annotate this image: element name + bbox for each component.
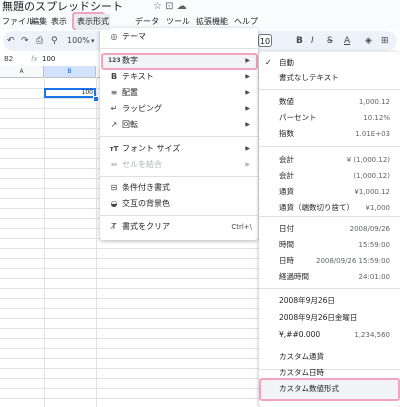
number-format-custom-currency[interactable]: カスタム通貨 [259,349,400,365]
format-menu-clear-formatting[interactable]: T̸ 書式をクリア Ctrl+\ [100,219,258,235]
document-title[interactable]: 無題のスプレッドシート [2,0,123,14]
palette-icon: ◎ [110,32,118,41]
font-size-icon: тT [109,145,119,153]
number-format-currency[interactable]: 通貨 ¥1,000.12 [259,184,400,200]
chevron-right-icon: ▶ [245,89,250,96]
fx-icon: fx [31,55,38,63]
zoom-chevron-down-icon[interactable]: ▾ [91,31,95,51]
number-format-custom-pattern[interactable]: ¥,##0.000 1,234,560 [259,327,400,343]
menu-edit[interactable]: 編集 [31,14,47,30]
format-menu-conditional-formatting[interactable]: ⊟ 条件付き書式 [100,180,258,196]
borders-icon[interactable]: ⊞ [381,31,389,51]
chevron-right-icon: ▶ [245,161,250,168]
rotate-icon: ↗ [110,120,118,129]
format-menu-alignment[interactable]: ≡ 配置 ▶ [100,85,258,101]
bold-icon[interactable]: B [296,31,303,51]
fill-handle[interactable] [93,96,99,102]
paint-roller-icon: ⊟ [110,183,118,192]
wrap-icon: ↵ [110,104,118,113]
zoom-select[interactable]: 100% [67,31,90,51]
number-format-time[interactable]: 時間 15:59:00 [259,237,400,253]
menu-divider [259,216,400,217]
chevron-right-icon: ▶ [245,121,250,128]
clear-format-shortcut: Ctrl+\ [231,223,252,231]
fill-color-icon[interactable]: ◈ [365,31,372,51]
italic-icon[interactable]: I [311,31,314,51]
number-format-custom-datetime[interactable]: カスタム日時 [259,365,400,381]
fill-drop-icon: ◒ [110,199,118,208]
menu-view[interactable]: 表示 [51,14,67,30]
formula-input[interactable]: 100 [42,53,55,65]
format-menu-rotation[interactable]: ↗ 回転 ▶ [100,117,258,133]
chevron-right-icon: ▶ [245,145,250,152]
format-menu-number[interactable]: 123 数字 ▶ [100,53,258,69]
menu-divider [100,48,258,49]
format-menu-merge-cells: ⇹ セルを結合 ▶ [100,157,258,173]
bold-text-icon: B [110,72,118,81]
chevron-right-icon: ▶ [245,57,250,64]
chevron-right-icon: ▶ [245,105,250,112]
number-format-long-date-weekday[interactable]: 2008年9月26日金曜日 [259,310,400,326]
format-menu-wrapping[interactable]: ↵ ラッピング ▶ [100,101,258,117]
number-format-plain-text[interactable]: 書式なしテキスト [259,70,400,86]
menu-divider [100,215,258,216]
format-menu-font-size[interactable]: тT フォント サイズ ▶ [100,141,258,157]
column-header-b[interactable]: B [44,66,96,77]
number-123-icon: 123 [108,57,121,64]
number-format-number[interactable]: 数値 1,000.12 [259,94,400,110]
number-format-percent[interactable]: パーセント 10.12% [259,110,400,126]
number-format-custom-number[interactable]: カスタム数値形式 [259,381,400,397]
menu-divider [100,136,258,137]
redo-icon[interactable]: ↷ [21,31,29,51]
menu-divider [259,89,400,90]
number-format-long-date[interactable]: 2008年9月26日 [259,293,400,309]
menu-divider [100,176,258,177]
merge-icon: ⇹ [110,160,118,169]
font-size-input[interactable]: 10 [258,34,272,47]
format-menu-theme[interactable]: ◎ テーマ [100,29,258,45]
strikethrough-icon[interactable]: S̶ [327,31,333,51]
number-format-date[interactable]: 日付 2008/09/26 [259,221,400,237]
text-color-icon[interactable]: A [344,31,350,51]
menu-divider [259,288,400,289]
clear-format-icon: T̸ [111,222,117,231]
chevron-right-icon: ▶ [245,73,250,80]
number-format-duration[interactable]: 経過時間 24:01:00 [259,269,400,285]
number-format-scientific[interactable]: 指数 1.01E+03 [259,126,400,142]
undo-icon[interactable]: ↶ [7,31,15,51]
number-format-accounting[interactable]: 会計 ¥ (1,000.12) [259,152,400,168]
paint-format-icon[interactable]: ⚲ [51,31,58,51]
check-icon: ✓ [265,58,272,67]
number-format-financial[interactable]: 会計 (1,000.12) [259,168,400,184]
menu-file[interactable]: ファイル [2,14,34,30]
menu-divider [259,146,400,147]
number-format-currency-rounded[interactable]: 通貨（端数切り捨て） ¥1,000 [259,200,400,216]
name-box[interactable]: B2 [4,53,13,65]
column-header-a[interactable]: A [0,66,44,77]
format-menu-text[interactable]: B テキスト ▶ [100,69,258,85]
align-icon: ≡ [110,88,118,97]
menu-format[interactable]: 表示形式 [76,14,110,30]
number-format-automatic[interactable]: ✓ 自動 [259,55,400,71]
star-move-cloud-icons[interactable]: ☆ ⊡ ☁ [153,0,187,14]
format-menu-alternating-colors[interactable]: ◒ 交互の背景色 [100,196,258,212]
number-format-datetime[interactable]: 日時 2008/09/26 15:59:00 [259,253,400,269]
cell-b2-value: 100 [81,89,93,96]
print-icon[interactable]: ⎙ [36,31,43,51]
